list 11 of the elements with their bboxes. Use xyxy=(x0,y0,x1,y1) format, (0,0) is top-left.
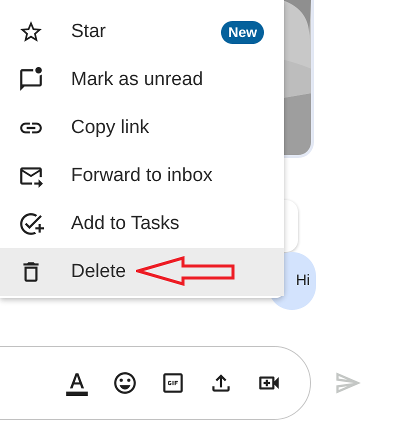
check-plus-icon xyxy=(18,211,44,237)
menu-item[interactable]: Forward to inbox xyxy=(0,152,284,200)
menu-item[interactable]: Add to Tasks xyxy=(0,200,284,248)
menu-item[interactable]: Mark as unread xyxy=(0,56,284,104)
new-badge: New xyxy=(221,20,264,44)
emoji-icon xyxy=(112,370,138,396)
menu-item[interactable]: Star New xyxy=(0,8,284,56)
emoji-button[interactable] xyxy=(112,370,138,396)
message-text: Hi xyxy=(296,270,310,291)
menu-item[interactable]: Copy link xyxy=(0,104,284,152)
menu-item[interactable]: Delete xyxy=(0,248,284,296)
